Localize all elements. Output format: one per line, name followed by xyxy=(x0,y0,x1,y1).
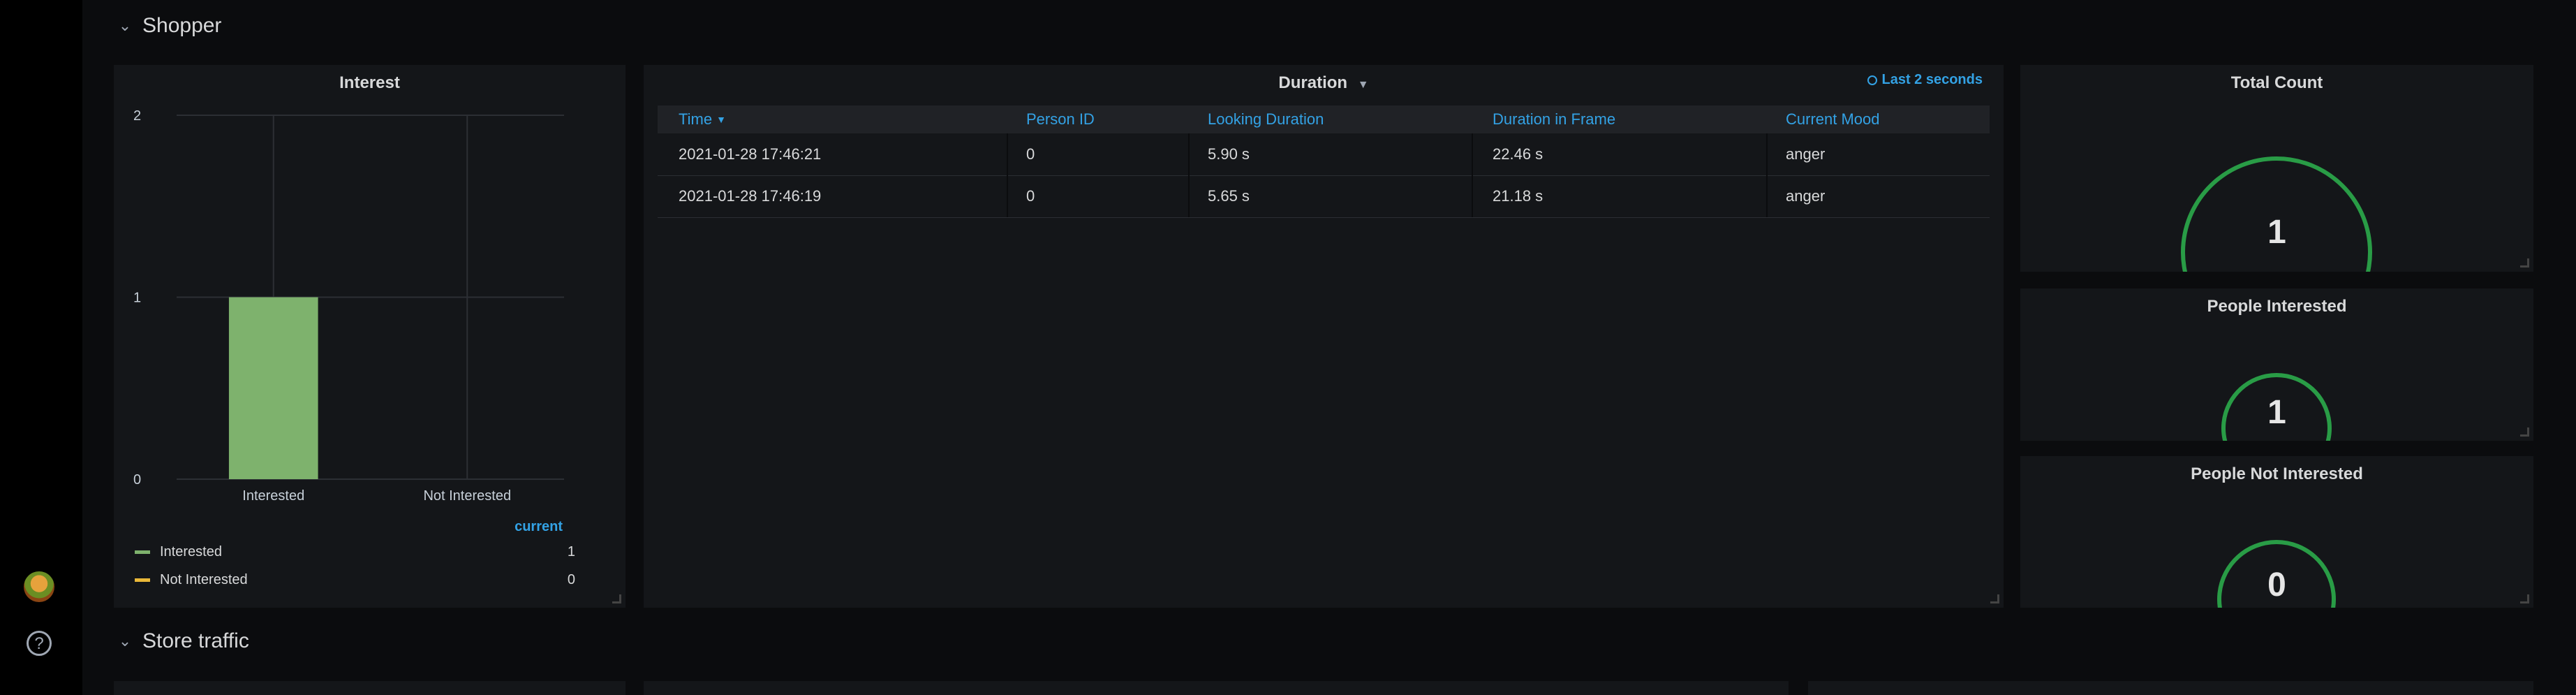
panel-resize-handle[interactable] xyxy=(2520,594,2529,603)
column-divider xyxy=(1188,133,1190,175)
user-avatar[interactable] xyxy=(24,571,54,602)
row-title: Store traffic xyxy=(142,629,249,652)
cell-duration-in-frame: 22.46 s xyxy=(1493,145,1544,163)
store-traffic-panel-1 xyxy=(114,681,626,695)
caret-down-icon: ▼ xyxy=(1357,79,1369,91)
cell-time: 2021-01-28 17:46:21 xyxy=(679,145,822,163)
column-header-time[interactable]: Time ▼ xyxy=(679,105,726,133)
row-title: Shopper xyxy=(142,14,222,37)
bar-interested xyxy=(228,297,318,479)
legend-item-not-interested[interactable]: Not Interested 0 xyxy=(135,572,605,588)
column-header-person-id[interactable]: Person ID xyxy=(1026,105,1095,133)
column-divider xyxy=(1007,175,1008,217)
x-tick-label: Interested xyxy=(242,488,304,504)
clock-icon xyxy=(1867,75,1878,85)
sort-desc-icon: ▼ xyxy=(716,114,726,125)
cell-current-mood: anger xyxy=(1786,187,1826,205)
column-divider xyxy=(1472,175,1473,217)
table-row[interactable]: 2021-01-28 17:46:21 0 5.90 s 22.46 s ang… xyxy=(658,133,1990,176)
time-range-override[interactable]: Last 2 seconds xyxy=(1867,72,1983,88)
column-divider xyxy=(1007,133,1008,175)
stat-panel-total-count: Total Count 1 xyxy=(2020,65,2533,272)
stat-value: 1 xyxy=(2267,394,2286,431)
cell-looking-duration: 5.65 s xyxy=(1208,187,1250,205)
column-header-looking-duration[interactable]: Looking Duration xyxy=(1208,105,1324,133)
panel-title[interactable]: Duration ▼ xyxy=(644,73,2004,93)
cell-duration-in-frame: 21.18 s xyxy=(1493,187,1544,205)
x-tick-label: Not Interested xyxy=(423,488,511,504)
panel-resize-handle[interactable] xyxy=(1990,594,1999,603)
legend-label: Not Interested xyxy=(160,572,248,587)
time-range-text: Last 2 seconds xyxy=(1881,72,1983,87)
stat-panel-people-not-interested: People Not Interested 0 xyxy=(2020,456,2533,608)
y-tick-label: 0 xyxy=(133,472,141,488)
chevron-down-icon[interactable]: ⌄ xyxy=(117,17,133,35)
column-header-current-mood[interactable]: Current Mood xyxy=(1786,105,1880,133)
column-divider xyxy=(1766,175,1768,217)
table-row[interactable]: 2021-01-28 17:46:19 0 5.65 s 21.18 s ang… xyxy=(658,175,1990,218)
cell-current-mood: anger xyxy=(1786,145,1826,163)
legend-item-interested[interactable]: Interested 1 xyxy=(135,544,605,560)
row-header-shopper[interactable]: ⌄ Shopper xyxy=(117,14,222,38)
legend-swatch xyxy=(135,550,150,554)
interest-bar-chart: 0 1 2 Interested Not Interested xyxy=(133,108,564,504)
cell-looking-duration: 5.90 s xyxy=(1208,145,1250,163)
duration-panel: Duration ▼ Last 2 seconds Time ▼ Person … xyxy=(644,65,2004,608)
store-traffic-panel-3 xyxy=(1808,681,2533,695)
stat-value: 1 xyxy=(2267,214,2286,251)
panel-resize-handle[interactable] xyxy=(612,594,621,603)
y-tick-label: 1 xyxy=(133,291,141,306)
chevron-down-icon[interactable]: ⌄ xyxy=(117,632,133,650)
column-divider xyxy=(1188,175,1190,217)
cell-person-id: 0 xyxy=(1026,187,1035,205)
store-traffic-panel-2 xyxy=(644,681,1789,695)
legend-label: Interested xyxy=(160,544,222,559)
legend-swatch xyxy=(135,578,150,582)
legend-value: 0 xyxy=(567,572,575,587)
column-header-duration-in-frame[interactable]: Duration in Frame xyxy=(1493,105,1615,133)
legend-value: 1 xyxy=(567,544,575,559)
stat-value: 0 xyxy=(2267,566,2286,603)
interest-panel: Interest 0 1 2 Interested Not Interested cur… xyxy=(114,65,626,608)
panel-resize-handle[interactable] xyxy=(2520,427,2529,437)
row-header-store-traffic[interactable]: ⌄ Store traffic xyxy=(117,629,249,653)
stat-panel-people-interested: People Interested 1 xyxy=(2020,288,2533,441)
panel-title-text: Duration xyxy=(1278,73,1348,92)
table-header: Time ▼ Person ID Looking Duration Durati… xyxy=(658,105,1990,133)
help-icon[interactable]: ? xyxy=(27,631,52,656)
column-divider xyxy=(1766,133,1768,175)
legend-header-current[interactable]: current xyxy=(515,519,563,535)
cell-time: 2021-01-28 17:46:19 xyxy=(679,187,822,205)
side-menu: ? xyxy=(0,0,82,695)
cell-person-id: 0 xyxy=(1026,145,1035,163)
y-tick-label: 2 xyxy=(133,108,141,124)
column-divider xyxy=(1472,133,1473,175)
panel-resize-handle[interactable] xyxy=(2520,258,2529,268)
column-label: Time xyxy=(679,110,713,128)
